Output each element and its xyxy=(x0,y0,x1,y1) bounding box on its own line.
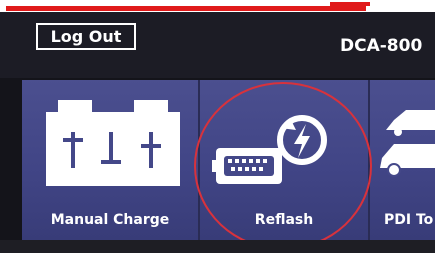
highlight-circle xyxy=(194,82,372,250)
banner-bar-secondary xyxy=(330,2,370,6)
banner-bar xyxy=(6,6,366,11)
red-banner xyxy=(0,0,435,12)
tile-manual-charge[interactable]: Manual Charge xyxy=(22,80,200,240)
tile-manual-charge-label: Manual Charge xyxy=(50,212,170,228)
car-icon xyxy=(380,110,435,177)
tile-pdi[interactable]: PDI To xyxy=(370,80,435,240)
bottom-bezel xyxy=(0,240,435,253)
logout-button[interactable]: Log Out xyxy=(36,23,136,50)
device-model-label: DCA-800 xyxy=(340,36,423,56)
tile-pdi-label: PDI To xyxy=(384,212,434,228)
battery-icon xyxy=(46,100,180,186)
